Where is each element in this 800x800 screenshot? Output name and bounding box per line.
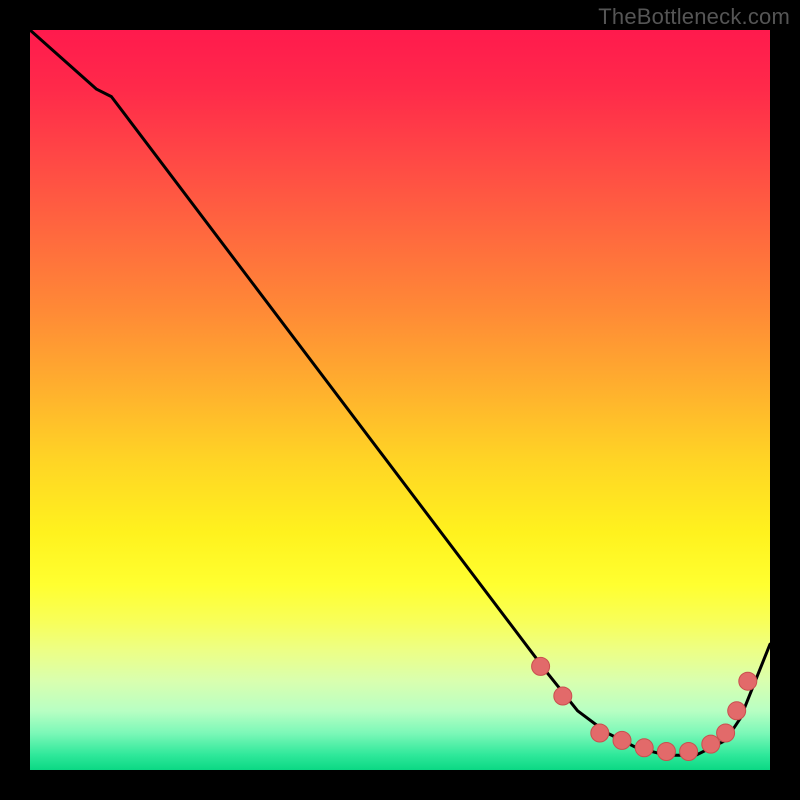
data-marker [657, 743, 675, 761]
data-marker [532, 657, 550, 675]
marker-layer [30, 30, 770, 770]
data-marker [717, 724, 735, 742]
data-marker [739, 672, 757, 690]
plot-area [30, 30, 770, 770]
watermark-text: TheBottleneck.com [598, 4, 790, 30]
data-marker [635, 739, 653, 757]
data-marker [680, 743, 698, 761]
data-marker [702, 735, 720, 753]
data-marker [591, 724, 609, 742]
chart-frame: TheBottleneck.com [0, 0, 800, 800]
data-marker [613, 731, 631, 749]
data-marker [554, 687, 572, 705]
data-marker [728, 702, 746, 720]
